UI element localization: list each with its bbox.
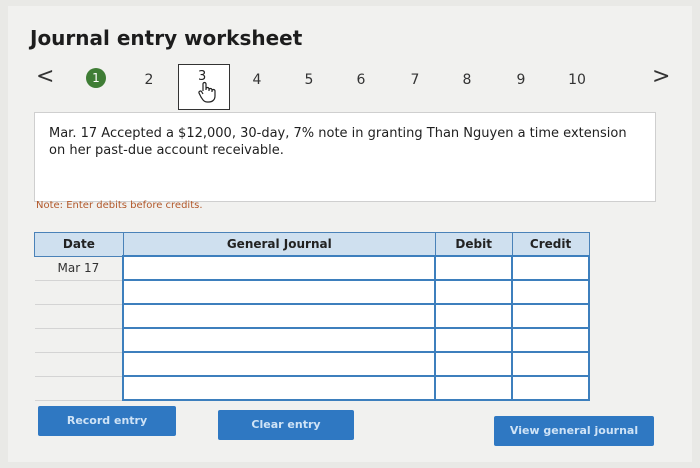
date-cell[interactable] xyxy=(34,280,124,305)
table-row xyxy=(34,375,590,401)
credit-input[interactable] xyxy=(511,255,590,281)
page-8[interactable]: 8 xyxy=(454,72,480,88)
debit-input[interactable] xyxy=(434,351,514,377)
table-row xyxy=(34,327,590,353)
view-general-journal-button[interactable]: View general journal xyxy=(494,416,654,446)
account-input[interactable] xyxy=(122,279,437,305)
credit-input[interactable] xyxy=(511,351,590,377)
page-4[interactable]: 4 xyxy=(244,72,270,88)
debit-credit-note: Note: Enter debits before credits. xyxy=(36,200,203,211)
credit-input[interactable] xyxy=(511,375,590,401)
transaction-description-box: Mar. 17 Accepted a $12,000, 30-day, 7% n… xyxy=(34,112,656,202)
debit-input[interactable] xyxy=(434,255,514,281)
page-9[interactable]: 9 xyxy=(508,72,534,88)
table-row xyxy=(34,279,590,305)
debit-input[interactable] xyxy=(434,327,514,353)
date-cell[interactable] xyxy=(34,352,124,377)
header-credit: Credit xyxy=(511,232,590,257)
debit-input[interactable] xyxy=(434,303,514,329)
date-cell[interactable] xyxy=(34,328,124,353)
pager: < 1 2 3 4 5 6 7 8 9 10 > xyxy=(0,62,700,110)
page-3-current[interactable]: 3 xyxy=(178,64,230,110)
page-1-completed[interactable]: 1 xyxy=(86,68,106,88)
page-title: Journal entry worksheet xyxy=(30,26,303,50)
debit-input[interactable] xyxy=(434,279,514,305)
next-arrow-icon[interactable]: > xyxy=(652,64,670,89)
credit-input[interactable] xyxy=(511,327,590,353)
page-7[interactable]: 7 xyxy=(402,72,428,88)
table-row xyxy=(34,303,590,329)
account-input[interactable] xyxy=(122,351,437,377)
header-debit: Debit xyxy=(434,232,513,257)
header-general-journal: General Journal xyxy=(122,232,436,257)
date-cell[interactable] xyxy=(34,304,124,329)
account-input[interactable] xyxy=(122,327,437,353)
prev-arrow-icon[interactable]: < xyxy=(36,64,54,89)
table-row: Mar 17 xyxy=(34,255,590,281)
transaction-description: Mar. 17 Accepted a $12,000, 30-day, 7% n… xyxy=(49,126,627,158)
credit-input[interactable] xyxy=(511,279,590,305)
table-header-row: Date General Journal Debit Credit xyxy=(34,232,590,257)
record-entry-button[interactable]: Record entry xyxy=(38,406,176,436)
hand-pointer-icon xyxy=(198,81,216,103)
page-6[interactable]: 6 xyxy=(348,72,374,88)
journal-table: Date General Journal Debit Credit Mar 17 xyxy=(34,232,590,401)
header-date: Date xyxy=(34,232,124,257)
account-input[interactable] xyxy=(122,255,437,281)
page-2[interactable]: 2 xyxy=(136,72,162,88)
account-input[interactable] xyxy=(122,303,437,329)
clear-entry-button[interactable]: Clear entry xyxy=(218,410,354,440)
table-row xyxy=(34,351,590,377)
page-10[interactable]: 10 xyxy=(564,72,590,88)
date-cell[interactable] xyxy=(34,376,124,401)
page-5[interactable]: 5 xyxy=(296,72,322,88)
account-input[interactable] xyxy=(122,375,437,401)
debit-input[interactable] xyxy=(434,375,514,401)
date-cell[interactable]: Mar 17 xyxy=(34,256,124,281)
credit-input[interactable] xyxy=(511,303,590,329)
